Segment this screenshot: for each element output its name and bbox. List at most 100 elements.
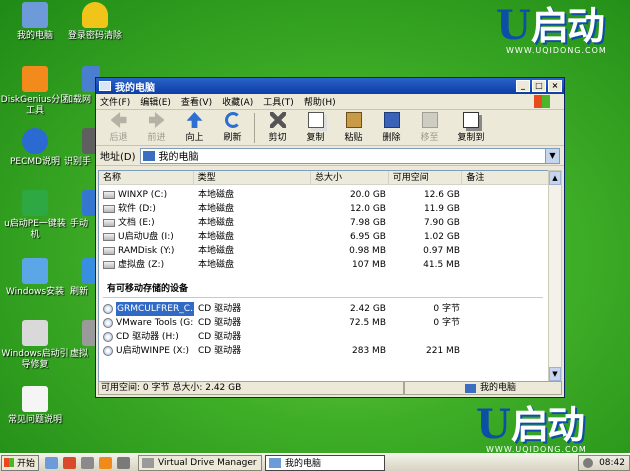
menu-edit[interactable]: 编辑(E): [140, 95, 171, 108]
list-item[interactable]: U启动WINPE (X:) CD 驱动器 283 MB 221 MB: [99, 344, 549, 358]
computer-icon: [22, 2, 48, 28]
list-item[interactable]: U启动U盘 (I:) 本地磁盘 6.95 GB 1.02 GB: [99, 230, 549, 244]
column-header: 名称 类型 总大小 可用空间 备注: [99, 171, 549, 185]
quick-launch-icon[interactable]: [81, 456, 94, 469]
cut-button[interactable]: 剪切: [259, 112, 296, 143]
menu-tools[interactable]: 工具(T): [263, 95, 294, 108]
hard-disk-icon: [103, 191, 115, 199]
address-input[interactable]: 我的电脑 ▼: [139, 147, 560, 164]
column-total[interactable]: 总大小: [311, 171, 389, 184]
taskbar-button-virtual-drive[interactable]: Virtual Drive Manager: [138, 454, 262, 471]
up-button[interactable]: 向上: [176, 112, 213, 143]
status-text: 可用空间: 0 字节 总大小: 2.42 GB: [98, 381, 404, 395]
paste-button[interactable]: 粘贴: [335, 112, 372, 143]
copy-to-icon: [463, 112, 479, 128]
computer-icon: [465, 383, 476, 393]
forward-button[interactable]: 前进: [138, 112, 175, 143]
start-button[interactable]: 开始: [1, 454, 39, 471]
virtual-drive-icon: [142, 457, 154, 468]
cd-drive-icon: [103, 318, 113, 328]
up-arrow-icon: [186, 112, 203, 128]
refresh-icon: [224, 112, 241, 128]
close-button[interactable]: ×: [548, 80, 562, 92]
column-free[interactable]: 可用空间: [389, 171, 463, 184]
column-type[interactable]: 类型: [194, 171, 312, 184]
list-item[interactable]: CD 驱动器 (H:) CD 驱动器: [99, 330, 549, 344]
diskgenius-icon: [22, 66, 48, 92]
maximize-button[interactable]: □: [532, 80, 546, 92]
desktop-icon-faq[interactable]: 常见问题说明: [0, 386, 70, 426]
taskbar: 开始 Virtual Drive Manager 我的电脑 08:42: [0, 453, 630, 471]
menu-view[interactable]: 查看(V): [181, 95, 212, 108]
delete-button[interactable]: 删除: [373, 112, 410, 143]
copy-button[interactable]: 复制: [297, 112, 334, 143]
column-name[interactable]: 名称: [99, 171, 194, 184]
quick-launch-icon[interactable]: [63, 456, 76, 469]
status-bar: 可用空间: 0 字节 总大小: 2.42 GB 我的电脑: [98, 381, 562, 395]
menu-help[interactable]: 帮助(H): [304, 95, 336, 108]
brand-logo-top: U启动 WWW.UQIDONG.COM: [496, 2, 607, 56]
column-notes[interactable]: 备注: [462, 171, 549, 184]
desktop-icon-u-install[interactable]: u启动PE一键装机: [0, 190, 70, 241]
desktop-icon-pecmd-help[interactable]: PECMD说明: [0, 128, 70, 168]
quick-launch: [45, 456, 135, 469]
back-button[interactable]: 后退: [100, 112, 137, 143]
computer-icon: [99, 81, 111, 91]
move-to-button[interactable]: 移至: [411, 112, 448, 143]
desktop-icon-diskgenius[interactable]: DiskGenius分区工具: [0, 66, 70, 117]
windows-logo-icon: [534, 95, 550, 108]
window-titlebar[interactable]: 我的电脑 _ □ ×: [96, 78, 564, 94]
menu-favorites[interactable]: 收藏(A): [222, 95, 253, 108]
windows-logo-icon: [4, 458, 14, 467]
list-item[interactable]: 文档 (E:) 本地磁盘 7.98 GB 7.90 GB: [99, 216, 549, 230]
repair-icon: [22, 320, 48, 346]
refresh-button[interactable]: 刷新: [214, 112, 251, 143]
brand-logo-bottom: U启动 WWW.UQIDONG.COM: [476, 401, 587, 455]
status-location: 我的电脑: [404, 381, 562, 395]
list-item[interactable]: 虚拟盘 (Z:) 本地磁盘 107 MB 41.5 MB: [99, 258, 549, 272]
minimize-button[interactable]: _: [516, 80, 530, 92]
quick-launch-icon[interactable]: [45, 456, 58, 469]
hard-disk-icon: [103, 205, 115, 213]
u-install-icon: [22, 190, 48, 216]
copy-icon: [307, 112, 324, 128]
document-icon: [22, 386, 48, 412]
scroll-up-icon[interactable]: ▲: [549, 171, 561, 185]
quick-launch-icon[interactable]: [99, 456, 112, 469]
scroll-down-icon[interactable]: ▼: [549, 367, 561, 381]
quick-launch-icon[interactable]: [117, 456, 130, 469]
help-icon: [22, 128, 48, 154]
list-item[interactable]: WINXP (C:) 本地磁盘 20.0 GB 12.6 GB: [99, 188, 549, 202]
key-icon: [82, 2, 108, 28]
desktop-icon-windows-setup[interactable]: Windows安装: [0, 258, 70, 298]
chevron-down-icon[interactable]: ▼: [545, 148, 559, 163]
desktop-icon-password-clear[interactable]: 登录密码清除: [58, 2, 132, 42]
list-item-selected[interactable]: GRMCULFRER_C... CD 驱动器 2.42 GB 0 字节: [99, 302, 549, 316]
list-item[interactable]: RAMDisk (Y:) 本地磁盘 0.98 MB 0.97 MB: [99, 244, 549, 258]
section-header-removable: 有可移动存储的设备: [103, 278, 543, 298]
toolbar: 后退 前进 向上 刷新 剪切 复制 粘贴 删除 移至 复制到: [96, 110, 564, 146]
menu-bar: 文件(F) 编辑(E) 查看(V) 收藏(A) 工具(T) 帮助(H): [96, 94, 564, 110]
file-list: 名称 类型 总大小 可用空间 备注 WINXP (C:) 本地磁盘 20.0 G…: [98, 170, 550, 382]
menu-file[interactable]: 文件(F): [100, 95, 130, 108]
copy-to-button[interactable]: 复制到: [449, 112, 493, 143]
toolbar-separator: [254, 113, 255, 143]
vertical-scrollbar[interactable]: ▲ ▼: [548, 170, 562, 382]
computer-icon: [269, 457, 281, 468]
delete-icon: [383, 112, 400, 128]
desktop-icon-boot-repair[interactable]: Windows启动引导修复: [0, 320, 70, 371]
move-to-icon: [421, 112, 438, 128]
hard-disk-icon: [103, 219, 115, 227]
cd-drive-icon: [103, 304, 113, 314]
list-item[interactable]: VMware Tools (G:) CD 驱动器 72.5 MB 0 字节: [99, 316, 549, 330]
paste-icon: [345, 112, 362, 128]
explorer-window[interactable]: 我的电脑 _ □ × 文件(F) 编辑(E) 查看(V) 收藏(A) 工具(T)…: [95, 77, 565, 398]
cd-drive-icon: [103, 332, 113, 342]
cd-drive-icon: [103, 346, 113, 356]
speaker-icon[interactable]: [583, 457, 594, 468]
list-item[interactable]: 软件 (D:) 本地磁盘 12.0 GB 11.9 GB: [99, 202, 549, 216]
hard-disk-icon: [103, 261, 115, 269]
address-label: 地址(D): [100, 152, 136, 163]
window-title: 我的电脑: [115, 82, 155, 94]
taskbar-button-my-computer[interactable]: 我的电脑: [265, 454, 385, 471]
